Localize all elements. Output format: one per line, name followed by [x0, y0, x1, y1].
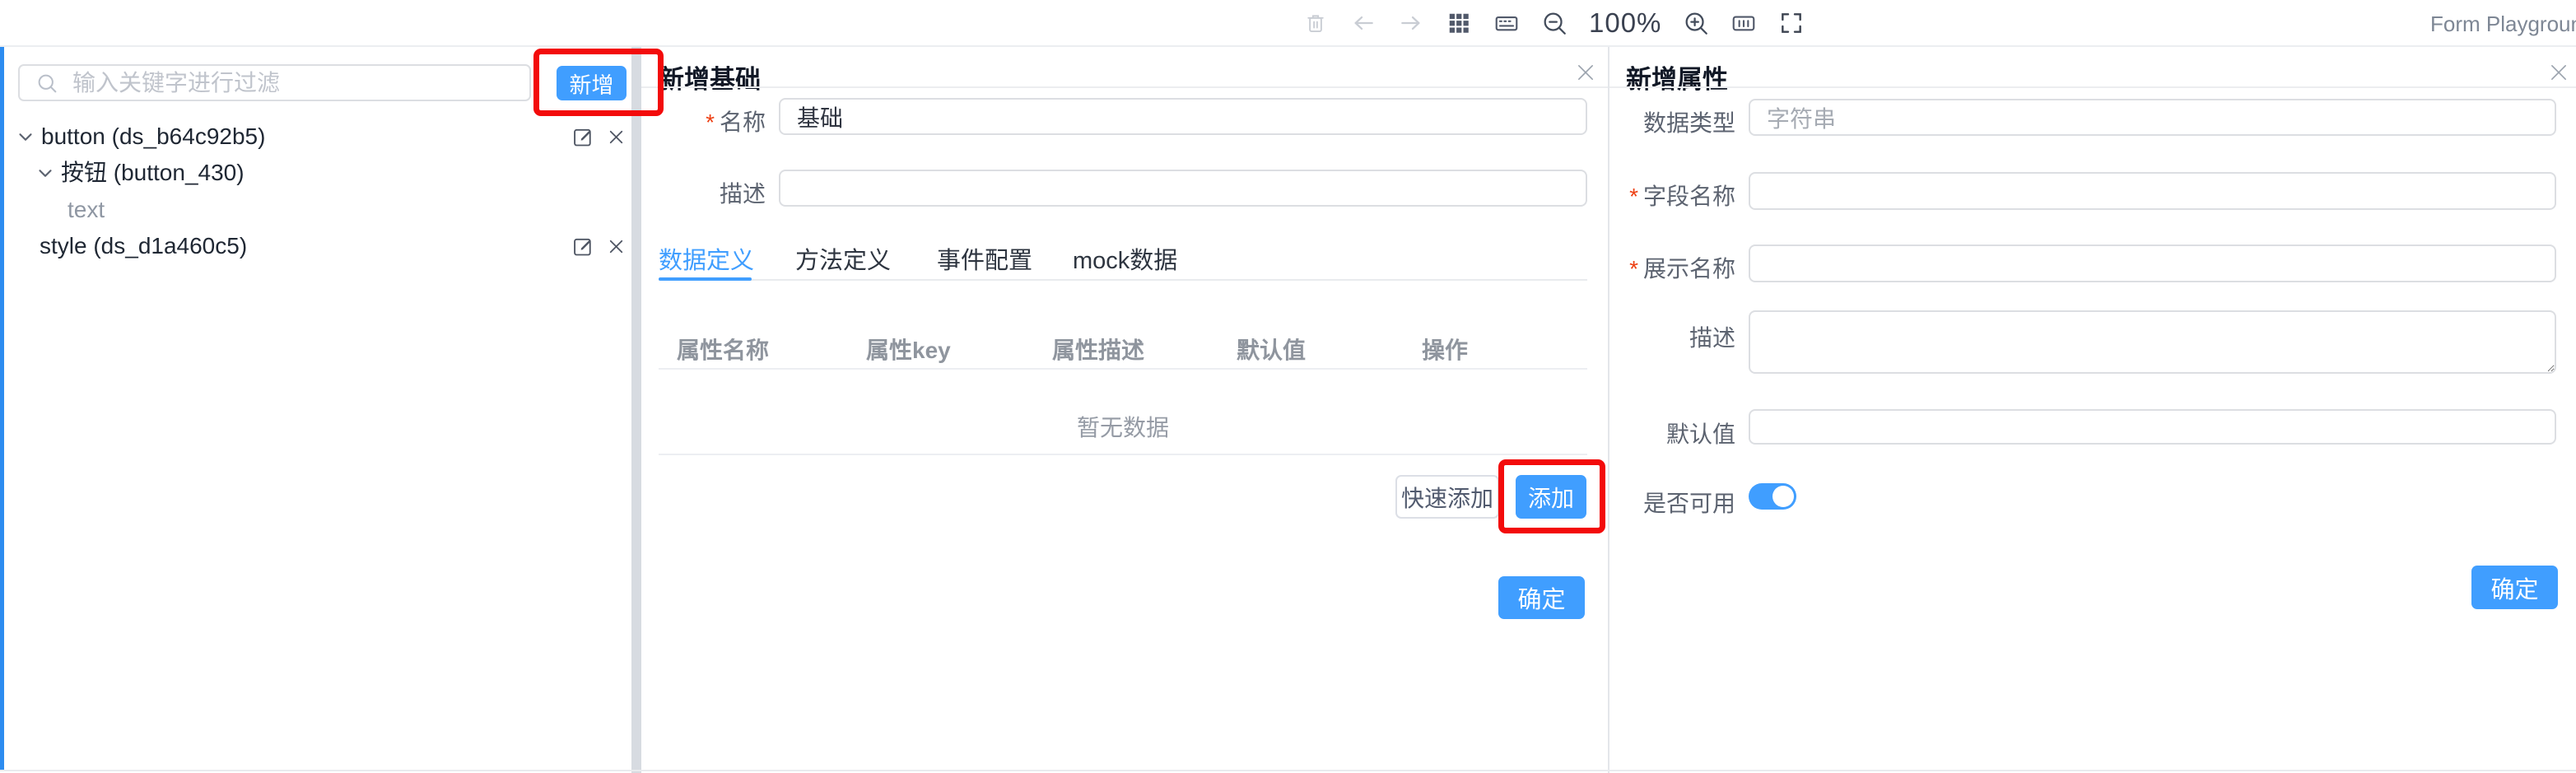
- name-field[interactable]: [779, 98, 1587, 135]
- column-header: 操作: [1422, 333, 1468, 366]
- tab-event-config[interactable]: 事件配置: [937, 244, 1032, 277]
- search-icon: [35, 71, 59, 95]
- close-icon[interactable]: [2547, 61, 2570, 86]
- tab-method-definition[interactable]: 方法定义: [795, 244, 891, 277]
- edit-icon[interactable]: [571, 125, 594, 151]
- divider: [659, 454, 1587, 455]
- playground-title: Form Playground F: [2430, 12, 2576, 37]
- tab-bar-line: [659, 279, 1587, 281]
- column-header: 默认值: [1237, 333, 1306, 366]
- canvas-toolbar: 100%: [1301, 0, 1806, 46]
- close-icon[interactable]: [606, 236, 627, 259]
- tree-node-label: button (ds_b64c92b5): [41, 119, 265, 155]
- name-label: *名称: [609, 105, 766, 137]
- zoom-level: 100%: [1587, 7, 1663, 39]
- column-header: 属性key: [866, 333, 951, 366]
- redo-arrow-icon[interactable]: [1396, 7, 1426, 40]
- property-dialog-title: 新增属性: [1626, 58, 1728, 95]
- quick-add-button[interactable]: 快速添加: [1395, 475, 1499, 519]
- divider: [1609, 86, 2576, 88]
- keyboard-icon[interactable]: [1492, 7, 1521, 40]
- close-icon[interactable]: [1574, 61, 1597, 86]
- search-box: [18, 64, 531, 101]
- required-asterisk: *: [706, 109, 715, 135]
- display-name-label: *展示名称: [1579, 251, 1735, 284]
- search-input[interactable]: [72, 70, 521, 96]
- chevron-down-icon[interactable]: [35, 162, 56, 184]
- tree-row-button[interactable]: button (ds_b64c92b5): [0, 119, 631, 155]
- chevron-down-icon[interactable]: [15, 126, 36, 147]
- enabled-label: 是否可用: [1579, 486, 1735, 519]
- default-value-field[interactable]: [1749, 409, 2556, 445]
- panel-scrollbar[interactable]: [631, 47, 641, 773]
- tree-node-label: style (ds_d1a460c5): [40, 228, 247, 264]
- description-textarea[interactable]: [1749, 310, 2556, 374]
- add-button[interactable]: 新增: [557, 66, 627, 100]
- switch-knob: [1772, 486, 1794, 507]
- tree-node-label: 按钮 (button_430): [61, 155, 245, 191]
- data-type-select[interactable]: [1749, 99, 2556, 136]
- divider: [0, 770, 2576, 771]
- undo-arrow-icon[interactable]: [1349, 7, 1378, 40]
- divider: [1608, 47, 1609, 773]
- confirm-button[interactable]: 确定: [2471, 566, 2558, 609]
- required-asterisk: *: [1629, 256, 1638, 282]
- divider: [641, 86, 1608, 88]
- basic-dialog-title: 新增基础: [659, 58, 761, 95]
- data-type-label: 数据类型: [1579, 105, 1735, 138]
- column-header: 属性描述: [1052, 333, 1144, 366]
- description-label: 描述: [609, 176, 766, 209]
- fullscreen-icon[interactable]: [1777, 7, 1806, 40]
- description-field[interactable]: [779, 170, 1587, 207]
- tree-row-style[interactable]: style (ds_d1a460c5): [0, 228, 631, 264]
- description-label: 描述: [1579, 320, 1735, 353]
- divider: [659, 368, 1587, 370]
- required-asterisk: *: [1629, 184, 1638, 209]
- trash-icon[interactable]: [1301, 7, 1330, 40]
- zoom-in-icon[interactable]: [1681, 7, 1711, 40]
- add-row-button[interactable]: 添加: [1516, 475, 1586, 519]
- edit-icon[interactable]: [571, 235, 594, 260]
- field-name-field[interactable]: [1749, 172, 2556, 210]
- grid-icon[interactable]: [1444, 7, 1474, 40]
- confirm-button[interactable]: 确定: [1498, 576, 1585, 619]
- zoom-out-icon[interactable]: [1540, 7, 1569, 40]
- active-tab-indicator: [659, 277, 752, 281]
- panel-view-icon[interactable]: [1729, 7, 1758, 40]
- default-value-label: 默认值: [1579, 417, 1735, 449]
- enabled-switch[interactable]: [1749, 483, 1796, 510]
- tree-node-label: text: [68, 192, 105, 228]
- top-bar: 100% Form Playground F: [0, 0, 2576, 47]
- empty-data-text: 暂无数据: [659, 410, 1587, 443]
- display-name-field[interactable]: [1749, 244, 2556, 282]
- tree-row-text[interactable]: text: [0, 192, 631, 228]
- column-header: 属性名称: [677, 333, 769, 366]
- tree-row-anniu[interactable]: 按钮 (button_430): [0, 155, 631, 191]
- tab-mock-data[interactable]: mock数据: [1073, 244, 1177, 277]
- field-name-label: *字段名称: [1579, 179, 1735, 212]
- tab-data-definition[interactable]: 数据定义: [659, 244, 754, 277]
